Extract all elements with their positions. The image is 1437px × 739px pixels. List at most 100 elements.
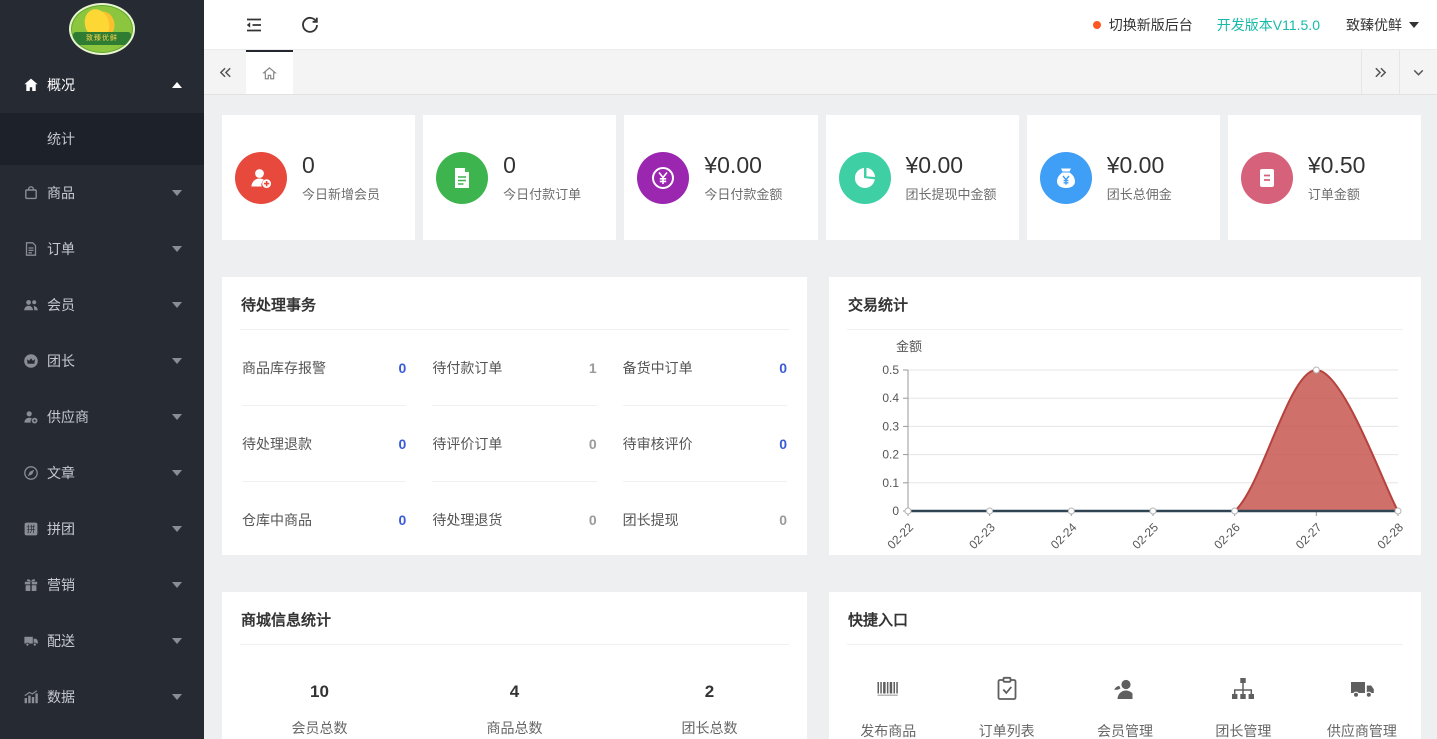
chevron-down-icon (172, 526, 182, 532)
crown-badge-icon (23, 353, 39, 369)
chevron-down-icon (172, 470, 182, 476)
stat-card-paid-orders: 0 今日付款订单 (423, 115, 616, 240)
sidebar-item-statistics[interactable]: 统计 (0, 113, 204, 165)
sidebar-item-overview[interactable]: 概况 (0, 57, 204, 113)
chevron-down-icon (172, 582, 182, 588)
quick-entry-publish-goods[interactable]: 发布商品 (829, 675, 947, 739)
home-outline-icon (261, 65, 278, 82)
pending-item[interactable]: 待付款订单 1 (432, 330, 596, 406)
chevron-down-icon (172, 638, 182, 644)
switch-new-admin-link[interactable]: 切换新版后台 (1093, 15, 1193, 35)
pending-item[interactable]: 备货中订单 0 (623, 330, 787, 406)
pending-item[interactable]: 商品库存报警 0 (242, 330, 406, 406)
chevron-down-icon (172, 302, 182, 308)
svg-text:02-27: 02-27 (1293, 520, 1325, 552)
tab-home[interactable] (246, 50, 293, 94)
brand-logo-icon: 致臻优鲜 (69, 3, 135, 55)
stat-value: ¥0.50 (1308, 152, 1366, 179)
tabs-menu-button[interactable] (1399, 50, 1437, 94)
stat-label: 团长总佣金 (1107, 184, 1172, 203)
pending-item[interactable]: 待处理退货 0 (432, 482, 596, 558)
svg-text:02-25: 02-25 (1130, 520, 1162, 552)
svg-text:02-23: 02-23 (966, 520, 998, 552)
sidebar-item-members[interactable]: 会员 (0, 277, 204, 333)
user-icon (1111, 675, 1139, 708)
sidebar-item-suppliers[interactable]: 供应商 (0, 389, 204, 445)
svg-text:0.1: 0.1 (882, 476, 899, 490)
tabs-scroll-left-button[interactable] (204, 50, 246, 94)
pending-item[interactable]: 待评价订单 0 (432, 406, 596, 482)
sidebar-item-delivery[interactable]: 配送 (0, 613, 204, 669)
mall-stat-total-members[interactable]: 10 会员总数 (222, 682, 417, 738)
chevron-down-icon (172, 246, 182, 252)
pie-chart-icon (839, 152, 891, 204)
mall-stat-total-leaders[interactable]: 2 团长总数 (612, 682, 807, 738)
tabs-scroll-right-button[interactable] (1361, 50, 1399, 94)
sidebar-item-leaders[interactable]: 团长 (0, 333, 204, 389)
shopping-bag-icon (23, 185, 39, 201)
stat-card-leader-commission: ¥0.00 团长总佣金 (1027, 115, 1220, 240)
brand-logo-text: 致臻优鲜 (73, 32, 131, 45)
sidebar-item-marketing[interactable]: 营销 (0, 557, 204, 613)
stat-value: ¥0.00 (906, 152, 997, 179)
refresh-icon[interactable] (300, 15, 320, 35)
user-menu[interactable]: 致臻优鲜 (1346, 15, 1419, 35)
gift-icon (23, 577, 39, 593)
svg-text:0.3: 0.3 (882, 419, 899, 433)
users-icon (23, 297, 39, 313)
mall-stat-total-goods[interactable]: 4 商品总数 (417, 682, 612, 738)
sidebar-item-label: 文章 (47, 463, 172, 483)
quick-entry-panel: 快捷入口 发布商 (829, 592, 1421, 739)
app-window: 致臻优鲜 概况 统计 (0, 0, 1437, 739)
quick-entry-leader-management[interactable]: 团长管理 (1184, 675, 1302, 739)
dashboard-content: 0 今日新增会员 0 今日付款订单 (204, 95, 1437, 739)
receipt-icon (1241, 152, 1293, 204)
transaction-panel-title: 交易统计 (829, 277, 1421, 329)
top-header: 切换新版后台 开发版本V11.5.0 致臻优鲜 (204, 0, 1437, 50)
user-plus-icon (235, 152, 287, 204)
chevron-down-icon (172, 190, 182, 196)
pending-item[interactable]: 仓库中商品 0 (242, 482, 406, 558)
sidebar-menu: 概况 统计 商品 (0, 57, 204, 725)
pending-grid: 商品库存报警 0 待付款订单 1 备货中订单 0 待处理退款 (222, 330, 807, 558)
main-area: 切换新版后台 开发版本V11.5.0 致臻优鲜 (204, 0, 1437, 739)
stat-label: 团长提现中金额 (906, 184, 997, 203)
groupbuy-square-icon: 拼 (23, 521, 39, 537)
svg-text:02-22: 02-22 (885, 520, 917, 552)
version-link[interactable]: 开发版本V11.5.0 (1217, 15, 1320, 35)
pending-item[interactable]: 团长提现 0 (623, 482, 787, 558)
sidebar-item-data[interactable]: 数据 (0, 669, 204, 725)
quick-entry-supplier-management[interactable]: 供应商管理 (1303, 675, 1421, 739)
svg-text:金额: 金额 (896, 339, 922, 354)
collapse-sidebar-icon[interactable] (244, 15, 264, 35)
tabs-empty-space (293, 50, 1361, 94)
sidebar-item-groupbuy[interactable]: 拼 拼团 (0, 501, 204, 557)
svg-text:0.5: 0.5 (882, 363, 899, 377)
sidebar-item-label: 拼团 (47, 519, 172, 539)
sidebar-item-articles[interactable]: 文章 (0, 445, 204, 501)
svg-text:0.2: 0.2 (882, 448, 899, 462)
chevron-up-icon (172, 82, 182, 88)
chart-body: 00.10.20.30.40.5金额02-2202-2302-2402-2502… (829, 330, 1421, 552)
sidebar-item-label: 数据 (47, 687, 172, 707)
quick-entry-member-management[interactable]: 会员管理 (1066, 675, 1184, 739)
topbar-right: 切换新版后台 开发版本V11.5.0 致臻优鲜 (1093, 15, 1419, 35)
truck-icon (23, 633, 39, 649)
quick-entry-title: 快捷入口 (829, 592, 1421, 644)
pending-item[interactable]: 待审核评价 0 (623, 406, 787, 482)
stat-label: 今日付款金额 (704, 184, 782, 203)
sidebar-item-goods[interactable]: 商品 (0, 165, 204, 221)
document-icon (436, 152, 488, 204)
stat-value: 0 (302, 152, 380, 179)
sidebar-item-orders[interactable]: 订单 (0, 221, 204, 277)
mall-stats-body: 10 会员总数 4 商品总数 2 团长总数 (222, 645, 807, 738)
sidebar-item-label: 会员 (47, 295, 172, 315)
quick-entry-order-list[interactable]: 订单列表 (947, 675, 1065, 739)
pending-item[interactable]: 待处理退款 0 (242, 406, 406, 482)
bar-chart-icon (23, 689, 39, 705)
transaction-area-chart: 00.10.20.30.40.5金额02-2202-2302-2402-2502… (829, 330, 1421, 552)
svg-text:02-28: 02-28 (1375, 520, 1407, 552)
chevron-down-icon (172, 694, 182, 700)
stat-card-paid-amount: ¥0.00 今日付款金额 (624, 115, 817, 240)
barcode-icon (874, 675, 902, 708)
